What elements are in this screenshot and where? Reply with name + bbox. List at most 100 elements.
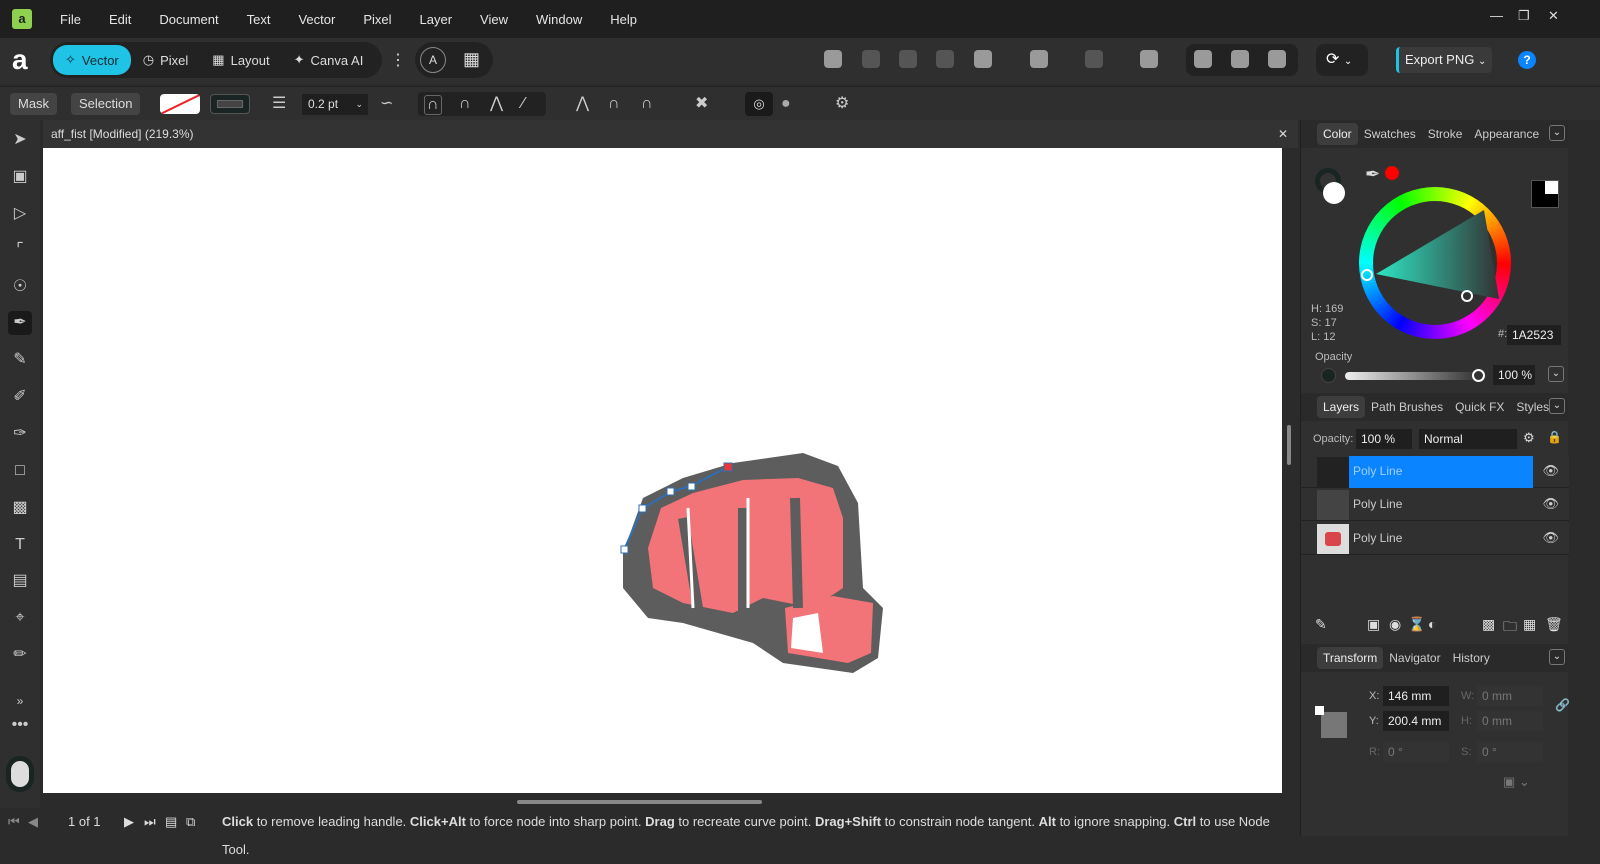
opacity-input[interactable]: 100 %	[1493, 365, 1535, 385]
menu-vector[interactable]: Vector	[284, 12, 349, 27]
polygon-mode-icon[interactable]: ⋀	[490, 95, 503, 113]
visibility-eye-icon[interactable]: 👁	[1542, 463, 1559, 479]
live-filter-icon[interactable]: ◐	[1428, 616, 1436, 632]
x-input[interactable]: 146 mm	[1383, 686, 1449, 706]
opacity-dropdown-icon[interactable]: ⌄	[1548, 366, 1564, 382]
arrange-icon[interactable]	[1030, 50, 1048, 68]
menu-file[interactable]: File	[46, 12, 95, 27]
boolean-subtract-icon[interactable]	[862, 50, 880, 68]
add-group-icon[interactable]: 🗀	[1503, 616, 1517, 640]
text-tool-icon[interactable]: T	[8, 533, 32, 557]
image-tool-icon[interactable]: ▤	[8, 569, 32, 593]
rubber-band-icon[interactable]: ◎	[745, 92, 773, 116]
selection-button[interactable]: Selection	[71, 93, 141, 115]
fill-swatch[interactable]	[160, 94, 200, 114]
snapping-toggle[interactable]: ⟳ ⌄	[1316, 44, 1368, 76]
eyedropper-icon[interactable]: ✒	[1365, 164, 1380, 185]
menu-text[interactable]: Text	[233, 12, 285, 27]
boolean-xor-icon[interactable]	[936, 50, 954, 68]
assets-icon[interactable]: A	[420, 47, 446, 73]
adjustment-icon[interactable]: ⌛	[1408, 616, 1425, 633]
spread-icon[interactable]: ⧉	[186, 808, 195, 836]
next-page-icon[interactable]: ▶	[124, 808, 134, 836]
opacity-slider[interactable]	[1345, 369, 1485, 382]
menu-layer[interactable]: Layer	[406, 12, 467, 27]
mask-button[interactable]: Mask	[10, 93, 58, 115]
ruler-tool-icon[interactable]: ✏	[8, 643, 32, 667]
y-input[interactable]: 200.4 mm	[1383, 711, 1449, 731]
stroke-width-select[interactable]: 0.2 pt ⌄	[302, 94, 368, 115]
visibility-eye-icon[interactable]: 👁	[1542, 530, 1559, 546]
persona-pixel[interactable]: ◷ Pixel	[131, 45, 201, 75]
menu-view[interactable]: View	[466, 12, 522, 27]
document-tab[interactable]: aff_fist [Modified] (219.3%) ✕	[43, 120, 1298, 148]
transform-origin-icon[interactable]	[1194, 50, 1212, 68]
close-document-icon[interactable]: ✕	[1278, 120, 1288, 148]
transparency-icon[interactable]: ▦	[1523, 616, 1536, 633]
sharp-node-icon[interactable]: ⋀	[576, 95, 589, 113]
w-input[interactable]: 0 mm	[1477, 686, 1543, 706]
layer-settings-gear-icon[interactable]: ⚙	[1523, 430, 1535, 446]
canvas[interactable]	[43, 148, 1282, 793]
boolean-add-icon[interactable]	[824, 50, 842, 68]
grid-icon[interactable]: ▦	[463, 50, 480, 68]
rotation-input[interactable]: 0 °	[1383, 742, 1449, 762]
smart-node-icon[interactable]: ∩	[641, 95, 653, 113]
stroke-swatch[interactable]	[210, 94, 250, 114]
persona-layout[interactable]: ▦ Layout	[200, 45, 281, 75]
fx-icon[interactable]: ▣	[1367, 616, 1380, 633]
node-tool-icon[interactable]: ▷	[8, 202, 32, 226]
color-well[interactable]	[6, 756, 34, 792]
last-page-icon[interactable]: ⏭	[144, 808, 156, 836]
close-window-button[interactable]: ✕	[1548, 8, 1559, 24]
saturation-triangle[interactable]	[1359, 187, 1511, 339]
delete-layer-icon[interactable]: 🗑	[1545, 616, 1563, 633]
corner-tool-icon[interactable]: ⌜	[8, 238, 32, 262]
move-tool-icon[interactable]: ➤	[8, 128, 32, 152]
tab-color[interactable]: Color	[1317, 123, 1358, 145]
tab-swatches[interactable]: Swatches	[1358, 123, 1422, 145]
export-png-button[interactable]: Export PNG ⌄	[1396, 47, 1493, 73]
artboard-tool-icon[interactable]: ▣	[8, 165, 32, 189]
anchor-selector[interactable]	[1315, 706, 1353, 744]
layer-row[interactable]: Poly Line 👁	[1301, 489, 1569, 521]
layer-row[interactable]: Poly Line 👁	[1301, 523, 1569, 555]
snap-nodes-icon[interactable]: ✖	[695, 95, 708, 113]
prev-page-icon[interactable]: ◀	[28, 808, 38, 836]
h-input[interactable]: 0 mm	[1477, 711, 1543, 731]
persona-canva-ai[interactable]: ✦ Canva AI	[282, 45, 376, 75]
menu-help[interactable]: Help	[596, 12, 651, 27]
restore-button[interactable]: ❐	[1518, 8, 1530, 24]
tab-appearance[interactable]: Appearance	[1468, 123, 1545, 145]
tab-navigator[interactable]: Navigator	[1383, 647, 1446, 669]
minimize-button[interactable]: —	[1490, 8, 1503, 23]
link-icon[interactable]: 🔗	[1555, 698, 1570, 712]
pages-icon[interactable]: ▤	[165, 808, 177, 836]
help-icon[interactable]: ?	[1518, 51, 1536, 69]
panel-menu-chevron-icon[interactable]: ⌄	[1549, 125, 1565, 141]
boolean-intersect-icon[interactable]	[899, 50, 917, 68]
lock-icon[interactable]: 🔒	[1547, 430, 1562, 444]
bounding-box-icon[interactable]	[1268, 50, 1286, 68]
fill-tool-icon[interactable]: ☉	[8, 275, 32, 299]
smart-mode-icon[interactable]: ∩	[459, 95, 471, 113]
menu-edit[interactable]: Edit	[95, 12, 145, 27]
pen-mode-icon[interactable]: ∩	[424, 95, 442, 115]
tab-transform[interactable]: Transform	[1317, 647, 1384, 669]
horizontal-scrollbar[interactable]	[517, 800, 762, 804]
mask-icon[interactable]: ◉	[1389, 616, 1401, 633]
first-page-icon[interactable]: ⏮	[8, 808, 20, 836]
vertical-scrollbar[interactable]	[1287, 425, 1291, 465]
transform-options-icon[interactable]: ▣ ⌄	[1503, 774, 1530, 790]
stroke-weight-icon[interactable]: ☰	[272, 95, 286, 113]
fill-brush-icon[interactable]: ✑	[8, 422, 32, 446]
settings-gear-icon[interactable]: ⚙	[835, 95, 849, 113]
tab-path-brushes[interactable]: Path Brushes	[1365, 396, 1449, 418]
menu-window[interactable]: Window	[522, 12, 596, 27]
smooth-node-icon[interactable]: ∩	[608, 95, 620, 113]
pen-tool-icon[interactable]: ✒	[8, 311, 32, 335]
fill-color-well[interactable]	[1323, 182, 1345, 204]
more-tools-icon[interactable]: •••	[8, 713, 32, 737]
shape-tool-icon[interactable]: ▩	[8, 496, 32, 520]
panel-menu-chevron-icon[interactable]: ⌄	[1549, 398, 1565, 414]
